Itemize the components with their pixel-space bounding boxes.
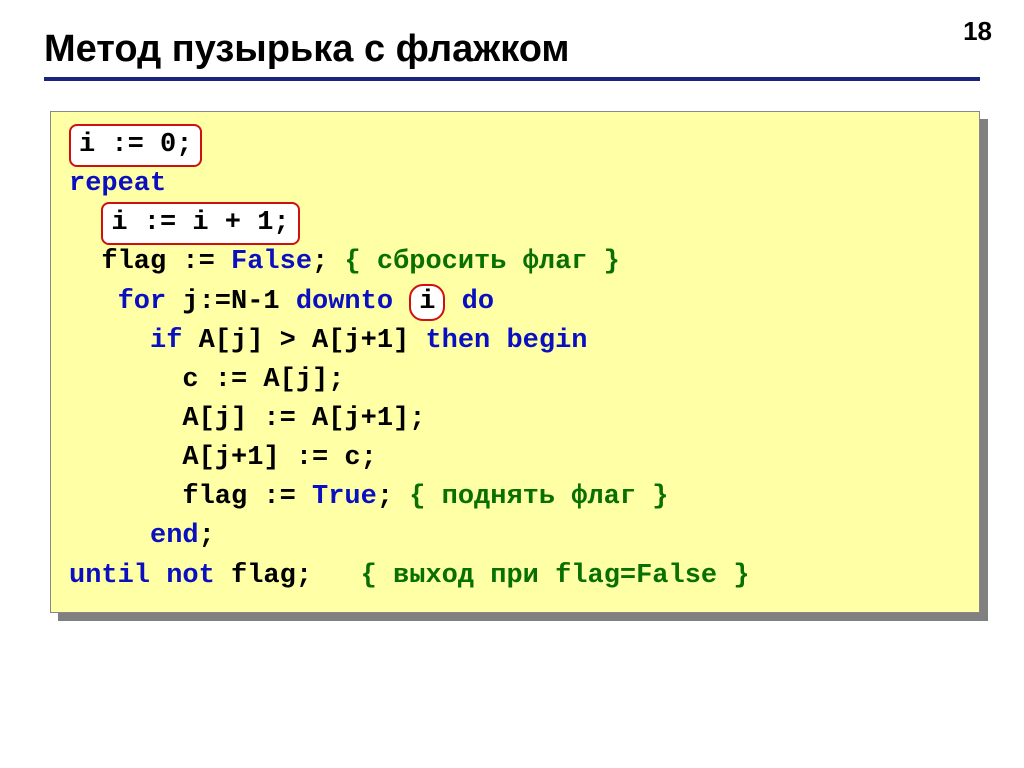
slide: 18 Метод пузырька с флажком i := 0; repe… (0, 0, 1024, 768)
comment-reset: { сбросить флаг } (344, 247, 619, 277)
page-number: 18 (963, 16, 992, 47)
code-line-4: flag := False; { сбросить флаг } (69, 243, 961, 282)
comment-exit: { выход при flag=False } (361, 561, 750, 591)
code-block-shadow: i := 0; repeat i := i + 1; flag := False… (50, 111, 980, 613)
kw-then-begin: then begin (425, 326, 587, 356)
kw-false: False (231, 247, 312, 277)
kw-downto: downto (296, 287, 393, 317)
code-line-5: for j:=N-1 downto i do (69, 283, 961, 322)
comment-raise: { поднять флаг } (409, 482, 668, 512)
code-line-3: i := i + 1; (69, 204, 961, 243)
highlight-limit-i: i (409, 284, 445, 321)
code-line-12: until not flag; { выход при flag=False } (69, 557, 961, 596)
kw-do: do (462, 287, 494, 317)
kw-true: True (312, 482, 377, 512)
kw-for: for (118, 287, 167, 317)
code-line-11: end; (69, 517, 961, 556)
kw-if: if (150, 326, 182, 356)
txt-flag-assign: flag := (101, 247, 231, 277)
code-line-2: repeat (69, 165, 961, 204)
code-line-7: с := A[j]; (69, 361, 961, 400)
code-line-9: A[j+1] := с; (69, 439, 961, 478)
code-line-6: if A[j] > A[j+1] then begin (69, 322, 961, 361)
slide-title: Метод пузырька с флажком (44, 28, 980, 71)
title-rule (44, 77, 980, 81)
code-line-8: A[j] := A[j+1]; (69, 400, 961, 439)
highlight-init: i := 0; (69, 124, 202, 167)
kw-end: end (150, 521, 199, 551)
kw-repeat: repeat (69, 169, 166, 199)
highlight-increment: i := i + 1; (101, 202, 299, 245)
code-block: i := 0; repeat i := i + 1; flag := False… (50, 111, 980, 613)
kw-until-not: until not (69, 561, 215, 591)
code-line-10: flag := True; { поднять флаг } (69, 478, 961, 517)
code-line-1: i := 0; (69, 126, 961, 165)
